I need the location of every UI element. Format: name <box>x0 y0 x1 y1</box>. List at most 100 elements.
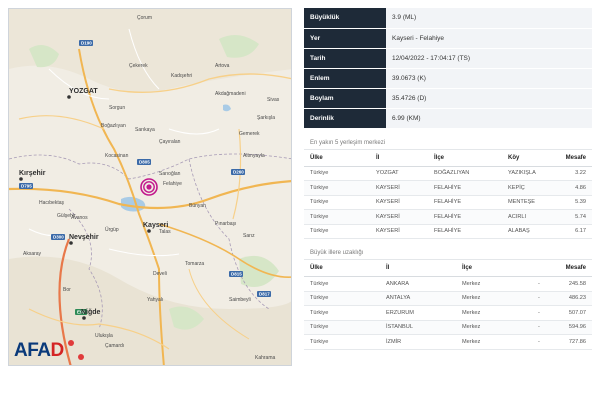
quake-info-row: Yer Kayseri - Felahiye <box>304 28 592 49</box>
major-cities-row: Türkiye ANKARA Merkez -245.58 <box>304 276 592 292</box>
epicenter-target-icon[interactable] <box>140 178 158 196</box>
major-cities-cell: 727.86 <box>558 334 592 350</box>
major-cities-cell: İSTANBUL <box>380 320 456 335</box>
nearest-settlements-cell: 4.86 <box>554 180 592 196</box>
major-cities-cell: - <box>532 291 558 306</box>
nearest-settlements-cell: YAZIKIŞLA <box>502 166 554 181</box>
major-cities-cell: Merkez <box>456 320 532 335</box>
major-cities-title: Büyük illere uzaklığı <box>310 250 364 256</box>
major-cities-cell: - <box>532 276 558 292</box>
major-cities-cell: Merkez <box>456 276 532 292</box>
major-cities-cell: 245.58 <box>558 276 592 292</box>
major-cities-header: İlçe <box>456 259 532 277</box>
nearest-settlements-row: Türkiye YOZGAT BOĞAZLIYAN YAZIKIŞLA 3.22 <box>304 166 592 181</box>
major-cities-cell: Türkiye <box>304 334 380 350</box>
map-place-label: Şarkışla <box>257 115 275 121</box>
quake-info-value: 39.0673 (K) <box>386 68 592 89</box>
nearest-settlements-title: En yakın 5 yerleşim merkezi <box>310 139 386 146</box>
map-place-label: Sarıkaya <box>135 127 155 133</box>
map-place-label: Felahiye <box>163 181 182 187</box>
earthquake-map[interactable]: D190 D795 D805 D260 D300 D815 D817 E90 Ç… <box>8 8 292 366</box>
nearest-settlements-table: Ülke İl İlçe Köy Mesafe Türkiye YOZGAT BOĞAZLI… <box>304 148 592 240</box>
afad-logo-text: AFA <box>14 340 51 361</box>
nearest-settlements-cell: FELAHİYE <box>428 209 502 225</box>
map-place-label: Develi <box>153 271 167 277</box>
major-cities-cell: Merkez <box>456 334 532 350</box>
map-place-label: Hacıbektaş <box>39 200 65 206</box>
major-cities-row: Türkiye ANTALYA Merkez -486.23 <box>304 291 592 306</box>
road-tag-d300: D300 <box>51 234 65 240</box>
svg-text:D300: D300 <box>53 235 64 240</box>
major-cities-row: Türkiye ERZURUM Merkez -507.07 <box>304 305 592 321</box>
nearest-settlements-cell: KAYSERİ <box>370 224 428 239</box>
map-place-label: Ürgüp <box>105 226 119 233</box>
city-label-yozgat: YOZGAT <box>69 88 98 95</box>
svg-text:D260: D260 <box>233 170 244 175</box>
major-cities-header <box>532 259 558 277</box>
nearest-settlements-cell: 5.74 <box>554 209 592 225</box>
map-place-label: Sorgun <box>109 105 125 111</box>
quake-info-value: Kayseri - Felahiye <box>386 28 592 49</box>
city-label-nevsehir: Nevşehir <box>69 234 99 241</box>
quake-info-key: Tarih <box>304 48 386 69</box>
nearest-settlements-cell: Türkiye <box>304 209 370 225</box>
nearest-settlements-cell: MENTEŞE <box>502 195 554 210</box>
major-cities-header: İl <box>380 259 456 277</box>
map-place-label: Sarıoğlan <box>159 171 181 177</box>
quake-info-key: Derinlik <box>304 108 386 129</box>
major-cities-cell: Türkiye <box>304 320 380 335</box>
major-cities-header: Ülke <box>304 259 380 277</box>
map-place-label: Tomarza <box>185 261 204 267</box>
svg-text:D190: D190 <box>81 41 92 46</box>
quake-info-key: Büyüklük <box>304 8 386 29</box>
nearest-settlements-cell: 3.22 <box>554 166 592 181</box>
major-cities-header: Mesafe <box>558 259 592 277</box>
road-tag-d190: D190 <box>79 40 93 46</box>
nearest-settlements-cell: BOĞAZLIYAN <box>428 166 502 181</box>
nearest-settlements-cell: ALABAŞ <box>502 224 554 239</box>
major-cities-cell: Merkez <box>456 305 532 321</box>
map-place-label: Çayıralan <box>159 139 181 145</box>
nearest-settlements-cell: FELAHİYE <box>428 195 502 210</box>
nearest-settlements-cell: KAYSERİ <box>370 209 428 225</box>
map-place-label: Saimbeyli <box>229 297 251 303</box>
nearest-settlements-cell: KAYSERİ <box>370 195 428 210</box>
nearest-settlements-row: Türkiye KAYSERİ FELAHİYE ACIRLI 5.74 <box>304 209 592 225</box>
quake-info-key: Enlem <box>304 68 386 89</box>
nearest-settlements-header: Köy <box>502 148 554 167</box>
quake-info-value: 3.9 (ML) <box>386 8 592 29</box>
major-cities-cell: 594.96 <box>558 320 592 335</box>
major-cities-row: Türkiye İZMİR Merkez -727.86 <box>304 334 592 350</box>
major-cities-cell: Türkiye <box>304 276 380 292</box>
road-tag-d805: D805 <box>137 159 151 165</box>
map-place-label: Çorum <box>137 15 152 21</box>
nearest-settlements-cell: FELAHİYE <box>428 180 502 196</box>
quake-info-row: Tarih 12/04/2022 - 17:04:17 (TS) <box>304 48 592 69</box>
afad-logo-text-red: D <box>50 340 65 361</box>
nearest-settlements-cell: Türkiye <box>304 166 370 181</box>
road-tag-d260: D260 <box>231 169 245 175</box>
nearest-settlements-cell: 6.17 <box>554 224 592 239</box>
map-place-label: Ulukışla <box>95 333 113 339</box>
nearest-settlements-cell: FELAHİYE <box>428 224 502 239</box>
map-place-label: Artova <box>215 63 230 69</box>
quake-info-table: Büyüklük 3.9 (ML) Yer Kayseri - Felahiye Tar… <box>304 8 592 129</box>
nearest-settlements-cell: ACIRLI <box>502 209 554 225</box>
nearest-settlements-cell: YOZGAT <box>370 166 428 181</box>
road-tag-d815: D815 <box>229 271 243 277</box>
map-place-label: Çamardı <box>105 343 124 349</box>
nearest-settlements-cell: Türkiye <box>304 224 370 239</box>
nearest-settlements-header: Ülke <box>304 148 370 167</box>
major-cities-cell: ANTALYA <box>380 291 456 306</box>
major-cities-cell: 486.23 <box>558 291 592 306</box>
road-tag-d817: D817 <box>257 291 271 297</box>
svg-text:D817: D817 <box>259 292 270 297</box>
map-place-label: Yahyalı <box>147 297 163 303</box>
map-place-label: Bor <box>63 287 71 293</box>
nearest-settlements-cell: Türkiye <box>304 195 370 210</box>
nearest-settlements-cell: Türkiye <box>304 180 370 196</box>
earthquake-details-panel: Büyüklük 3.9 (ML) Yer Kayseri - Felahiye Tar… <box>304 8 592 350</box>
quake-info-row: Büyüklük 3.9 (ML) <box>304 8 592 29</box>
map-place-label: Bünyan <box>189 203 206 209</box>
major-cities-cell: ERZURUM <box>380 305 456 321</box>
